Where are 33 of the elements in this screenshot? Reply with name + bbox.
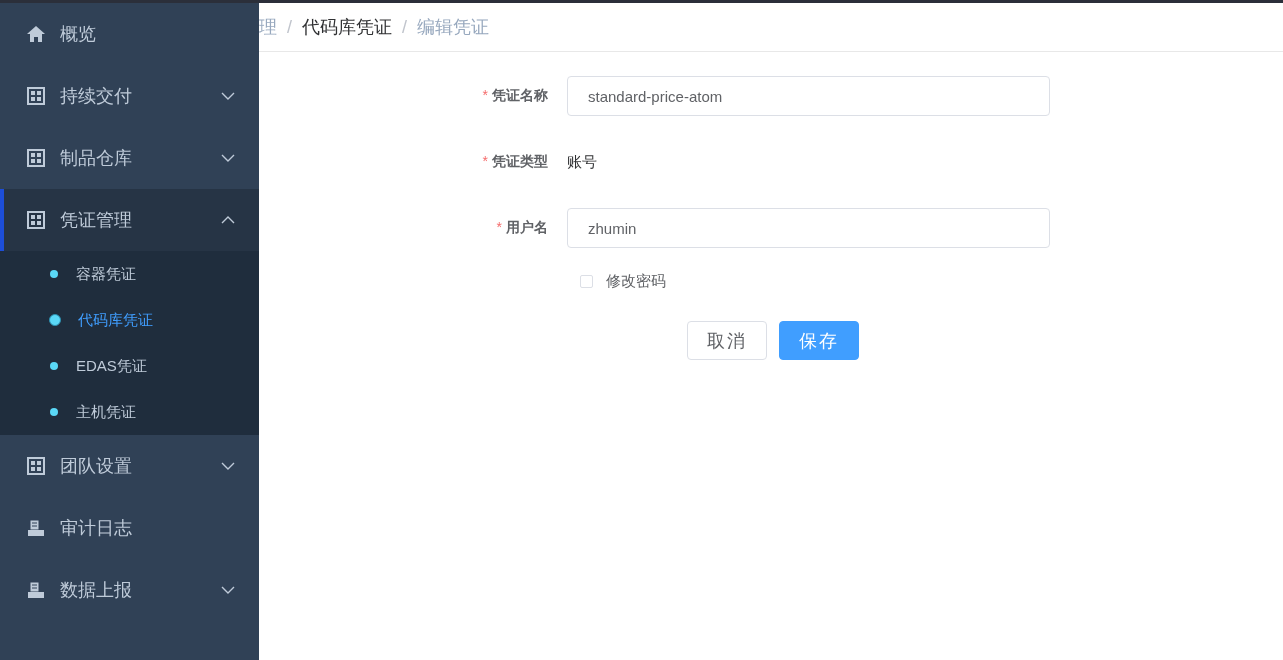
required-mark: * xyxy=(482,153,488,169)
cancel-button[interactable]: 取消 xyxy=(687,321,767,360)
grid-icon xyxy=(26,148,46,168)
sidebar-menu-item[interactable]: 审计日志 xyxy=(0,497,259,559)
submenu-item[interactable]: 代码库凭证 xyxy=(0,297,259,343)
input-field[interactable]: zhumin xyxy=(567,208,1050,248)
sidebar-menu-item[interactable]: 数据上报 xyxy=(0,559,259,621)
sidebar-menu-item[interactable]: 制品仓库 xyxy=(0,127,259,189)
required-mark: * xyxy=(482,87,488,103)
input-field[interactable]: standard-price-atom xyxy=(567,76,1050,116)
field-label: 用户名 xyxy=(506,219,548,235)
document-tray-icon xyxy=(26,580,46,600)
submenu-item[interactable]: 主机凭证 xyxy=(0,389,259,435)
grid-icon xyxy=(26,456,46,476)
sidebar-menu-item[interactable]: 凭证管理 xyxy=(0,189,259,251)
field-label: 凭证名称 xyxy=(492,87,548,103)
sidebar-menu-item[interactable]: 持续交付 xyxy=(0,65,259,127)
grid-icon xyxy=(26,86,46,106)
breadcrumb-separator: / xyxy=(287,16,292,38)
submenu-item[interactable]: EDAS凭证 xyxy=(0,343,259,389)
checkbox[interactable] xyxy=(580,275,593,288)
checkbox-label[interactable]: 修改密码 xyxy=(606,272,666,291)
grid-icon xyxy=(26,210,46,230)
field-label: 凭证类型 xyxy=(492,153,548,169)
required-mark: * xyxy=(496,219,502,235)
submenu-item[interactable]: 容器凭证 xyxy=(0,251,259,297)
home-icon xyxy=(26,24,46,44)
sidebar-menu-item[interactable]: 概览 xyxy=(0,3,259,65)
document-tray-icon xyxy=(26,518,46,538)
sidebar-menu-item[interactable]: 团队设置 xyxy=(0,435,259,497)
breadcrumb-link[interactable]: 代码库凭证 xyxy=(302,15,392,39)
breadcrumb-separator: / xyxy=(402,16,408,38)
field-value: 账号 xyxy=(567,152,597,172)
